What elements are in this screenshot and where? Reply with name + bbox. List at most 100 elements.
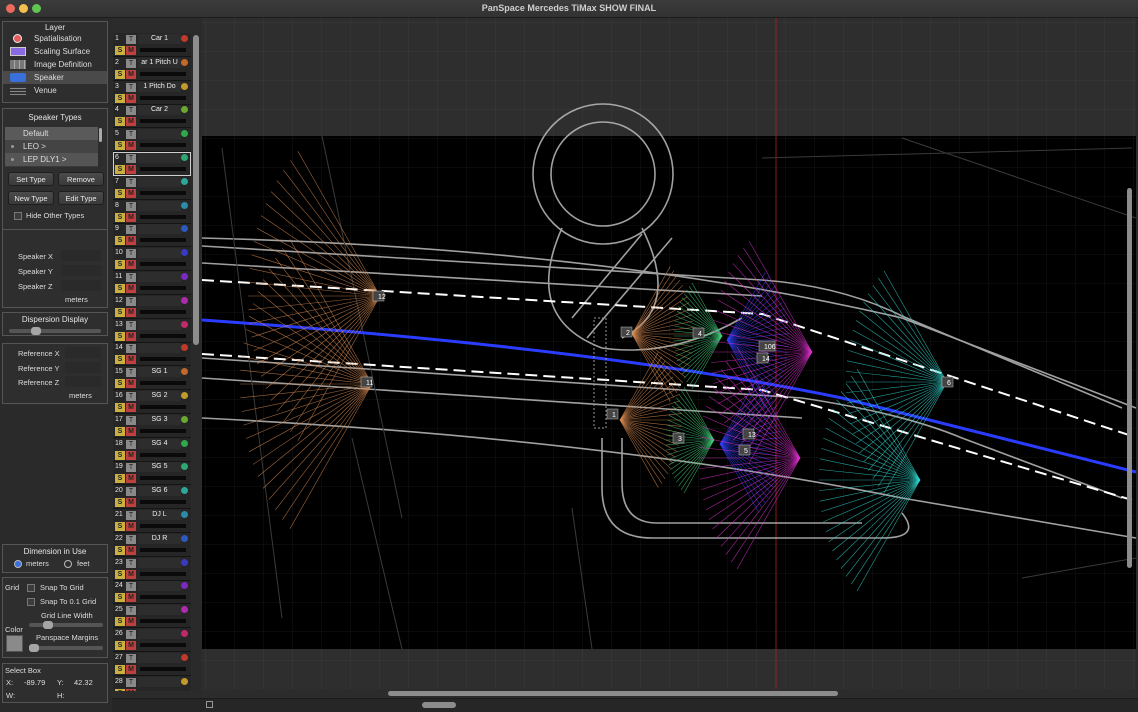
channel-t-button[interactable]: T [126,392,136,401]
channel-strip[interactable]: 8TSM [113,200,191,224]
channel-solo-button[interactable]: S [115,403,125,412]
channel-solo-button[interactable]: S [115,70,125,79]
channel-mute-button[interactable]: M [126,570,136,579]
speaker-x-field[interactable] [61,250,101,261]
channel-name-field[interactable]: DJ R [138,534,181,544]
channel-t-button[interactable]: T [126,273,136,282]
channel-mute-button[interactable]: M [126,427,136,436]
channel-solo-button[interactable]: S [115,46,125,55]
channel-strip[interactable]: 7TSM [113,176,191,200]
channel-name-field[interactable]: SG 5 [138,462,181,472]
channel-strip[interactable]: 9TSM [113,223,191,247]
canvas-horizontal-scrollbar[interactable] [202,689,1136,698]
channel-name-field[interactable] [138,653,181,663]
channel-mute-button[interactable]: M [126,260,136,269]
channel-name-field[interactable] [138,605,181,615]
channel-strip[interactable]: 10TSM [113,247,191,271]
panspace-margins-knob[interactable] [29,644,39,652]
channel-mute-button[interactable]: M [126,522,136,531]
channel-name-field[interactable] [138,248,181,258]
channel-mute-button[interactable]: M [126,117,136,126]
dispersion-slider-knob[interactable] [31,327,41,335]
channel-solo-button[interactable]: S [115,546,125,555]
speaker-y-field[interactable] [61,265,101,276]
speaker-type-lep-dly1[interactable]: LEP DLY1 > [5,153,103,166]
snap-to-grid-checkbox[interactable] [27,584,35,592]
channel-strip[interactable]: 3TSM1 Pitch Do [113,81,191,105]
channel-strip[interactable]: 28TSM [113,676,191,691]
channel-t-button[interactable]: T [126,368,136,377]
channel-solo-button[interactable]: S [115,474,125,483]
channel-solo-button[interactable]: S [115,213,125,222]
channel-strip[interactable]: 22TSMDJ R [113,533,191,557]
new-type-button[interactable]: New Type [8,191,54,205]
channel-solo-button[interactable]: S [115,522,125,531]
channel-t-button[interactable]: T [126,559,136,568]
channel-solo-button[interactable]: S [115,498,125,507]
speaker-types-list[interactable]: Default LEO > LEP DLY1 > [5,127,103,167]
grid-line-width-slider[interactable] [29,623,103,627]
channel-name-field[interactable] [138,201,181,211]
channel-t-button[interactable]: T [126,178,136,187]
channel-solo-button[interactable]: S [115,355,125,364]
channel-solo-button[interactable]: S [115,284,125,293]
channel-mute-button[interactable]: M [126,141,136,150]
channel-mute-button[interactable]: M [126,189,136,198]
channel-t-button[interactable]: T [126,130,136,139]
canvas-vertical-scroll-thumb[interactable] [1127,188,1132,568]
channel-name-field[interactable] [138,177,181,187]
channel-t-button[interactable]: T [126,535,136,544]
channel-strip[interactable]: 23TSM [113,557,191,581]
channel-t-button[interactable]: T [126,225,136,234]
channel-mute-button[interactable]: M [126,213,136,222]
channel-strip[interactable]: 12TSM [113,295,191,319]
channel-name-field[interactable]: SG 3 [138,415,181,425]
channel-solo-button[interactable]: S [115,665,125,674]
channel-list-scroll-thumb[interactable] [193,35,199,345]
speaker-type-default[interactable]: Default [5,127,103,140]
speaker-type-leo[interactable]: LEO > [5,140,103,153]
channel-t-button[interactable]: T [126,582,136,591]
channel-mute-button[interactable]: M [126,379,136,388]
panspace-drawing[interactable]: 12112143106141356 [202,18,1136,689]
dispersion-slider[interactable] [9,329,101,333]
channel-mute-button[interactable]: M [126,46,136,55]
channel-name-field[interactable] [138,581,181,591]
channel-name-field[interactable] [138,677,181,687]
channel-solo-button[interactable]: S [115,189,125,198]
layer-item-scaling-surface[interactable]: Scaling Surface [3,45,107,58]
channel-solo-button[interactable]: S [115,308,125,317]
channel-name-field[interactable] [138,629,181,639]
channel-name-field[interactable]: SG 4 [138,439,181,449]
channel-strip[interactable]: 14TSM [113,342,191,366]
channel-mute-button[interactable]: M [126,70,136,79]
channel-t-button[interactable]: T [126,630,136,639]
grid-line-width-knob[interactable] [43,621,53,629]
channel-strip[interactable]: 25TSM [113,604,191,628]
channel-name-field[interactable] [138,296,181,306]
channel-strip[interactable]: 27TSM [113,652,191,676]
grid-color-swatch[interactable] [6,635,23,652]
canvas-horizontal-scroll-thumb[interactable] [388,691,838,696]
channel-t-button[interactable]: T [126,440,136,449]
channel-t-button[interactable]: T [126,416,136,425]
channel-mute-button[interactable]: M [126,593,136,602]
channel-mute-button[interactable]: M [126,665,136,674]
feet-radio[interactable] [64,560,72,568]
channel-strip[interactable]: 17TSMSG 3 [113,414,191,438]
layer-item-venue[interactable]: Venue [3,84,107,97]
panspace-margins-slider[interactable] [29,646,103,650]
channel-solo-button[interactable]: S [115,236,125,245]
edit-type-button[interactable]: Edit Type [58,191,104,205]
channel-t-button[interactable]: T [126,249,136,258]
channel-solo-button[interactable]: S [115,641,125,650]
channel-mute-button[interactable]: M [126,641,136,650]
channel-strip[interactable]: 24TSM [113,580,191,604]
channel-t-button[interactable]: T [126,59,136,68]
channel-t-button[interactable]: T [126,678,136,687]
channel-strip[interactable]: 4TSMCar 2 [113,104,191,128]
panspace-canvas[interactable]: 12112143106141356 [202,18,1136,689]
meters-radio[interactable] [14,560,22,568]
set-type-button[interactable]: Set Type [8,172,54,186]
title-bar[interactable]: PanSpace Mercedes TiMax SHOW FINAL [0,0,1138,18]
